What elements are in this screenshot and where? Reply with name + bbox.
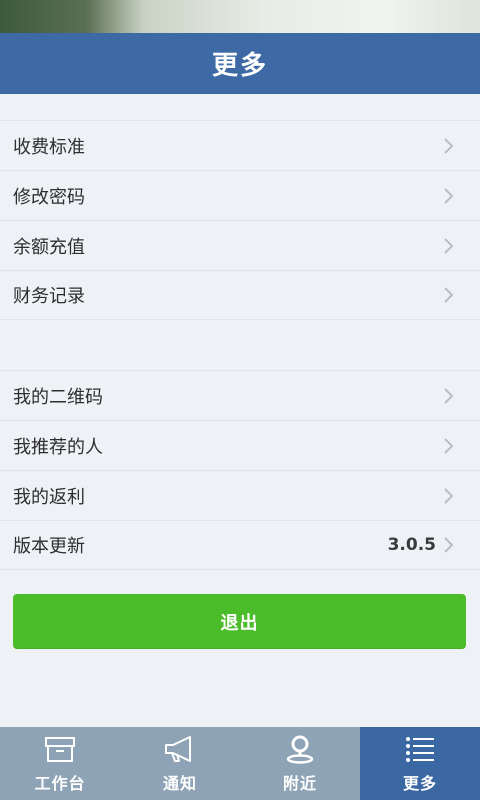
menu-item-label: 我的返利 xyxy=(13,486,85,508)
tab-label: 更多 xyxy=(402,773,437,793)
menu-item-my-qrcode[interactable]: 我的二维码 xyxy=(0,370,480,420)
status-bar xyxy=(0,0,480,33)
tab-notifications[interactable]: 通知 xyxy=(120,727,240,800)
chevron-right-icon xyxy=(444,387,454,404)
archive-box-icon xyxy=(45,736,75,762)
tab-label: 工作台 xyxy=(34,773,86,793)
tab-nearby[interactable]: 附近 xyxy=(240,727,360,800)
menu-item-label: 版本更新 xyxy=(13,536,85,557)
menu-item-label: 修改密码 xyxy=(13,186,85,208)
menu-item-change-password[interactable]: 修改密码 xyxy=(0,170,480,220)
logout-button-label: 退出 xyxy=(220,612,259,634)
settings-group-personal: 我的二维码 我推荐的人 我的返利 版本更新 3.0.5 xyxy=(0,370,480,570)
megaphone-icon xyxy=(165,735,191,762)
settings-group-account: 收费标准 修改密码 余额充值 财务记录 xyxy=(0,120,480,320)
menu-item-version-update[interactable]: 版本更新 3.0.5 xyxy=(0,520,480,570)
menu-item-financial-records[interactable]: 财务记录 xyxy=(0,270,480,320)
menu-item-my-rebates[interactable]: 我的返利 xyxy=(0,470,480,520)
title-bar: 更多 xyxy=(0,33,480,94)
chevron-right-icon xyxy=(444,237,454,254)
menu-item-balance-recharge[interactable]: 余额充值 xyxy=(0,220,480,270)
menu-item-fee-standard[interactable]: 收费标准 xyxy=(0,120,480,170)
menu-item-label: 余额充值 xyxy=(13,236,85,258)
page-title: 更多 xyxy=(211,51,268,81)
tab-more[interactable]: 更多 xyxy=(360,727,480,800)
chevron-right-icon xyxy=(444,137,454,154)
menu-list-icon xyxy=(406,736,434,762)
tab-label: 通知 xyxy=(162,773,197,793)
menu-item-label: 我的二维码 xyxy=(13,386,103,408)
version-number: 3.0.5 xyxy=(387,535,436,555)
bottom-tab-bar: 工作台 通知 附近 更多 xyxy=(0,727,480,800)
menu-item-my-referrals[interactable]: 我推荐的人 xyxy=(0,420,480,470)
chevron-right-icon xyxy=(444,287,454,303)
chevron-right-icon xyxy=(444,487,454,504)
location-pin-icon xyxy=(286,735,314,764)
menu-item-label: 收费标准 xyxy=(13,136,85,158)
chevron-right-icon xyxy=(444,187,454,204)
logout-button[interactable]: 退出 xyxy=(13,594,466,649)
chevron-right-icon xyxy=(444,537,454,553)
chevron-right-icon xyxy=(444,437,454,454)
menu-item-label: 我推荐的人 xyxy=(13,436,103,458)
menu-item-label: 财务记录 xyxy=(13,286,85,307)
tab-workbench[interactable]: 工作台 xyxy=(0,727,120,800)
tab-label: 附近 xyxy=(282,773,317,793)
